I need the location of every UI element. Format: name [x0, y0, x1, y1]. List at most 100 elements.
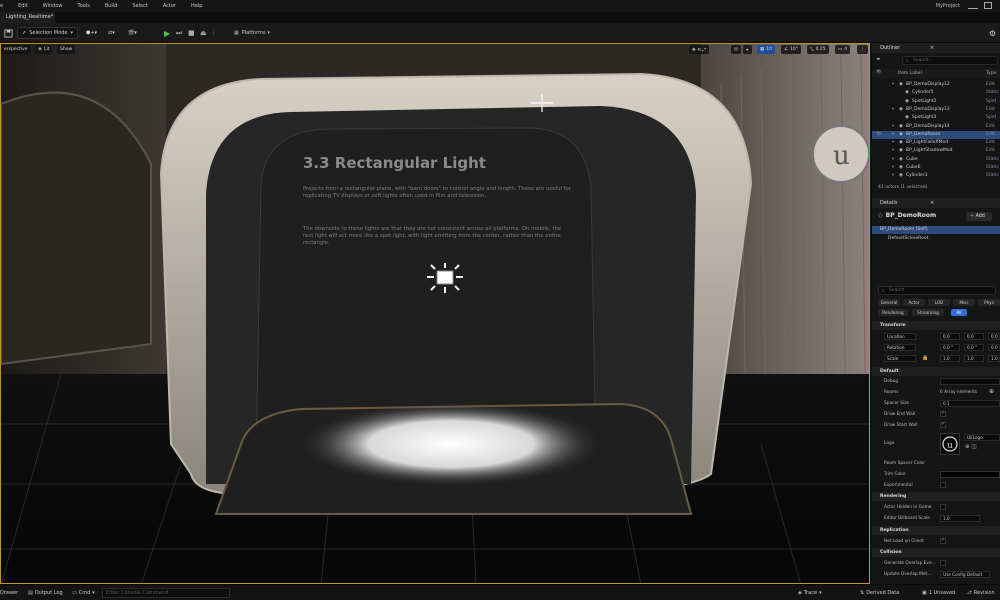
add-content-button[interactable]: ⬢+▾: [86, 27, 97, 39]
surface-snap-icon[interactable]: ◎: [731, 45, 741, 54]
output-log-button[interactable]: ▤ Output Log: [28, 588, 63, 598]
menu-edit[interactable]: Edit: [18, 3, 28, 9]
section-replication[interactable]: Replication: [872, 526, 1000, 535]
level-viewport[interactable]: u 3.3 Rectangular Light Projects from a …: [0, 43, 870, 584]
draw-start-wall-checkbox[interactable]: [940, 421, 946, 428]
expand-arrow-icon[interactable]: ▾: [892, 173, 894, 178]
maximize-button[interactable]: [984, 2, 992, 9]
experimental-checkbox[interactable]: [940, 482, 946, 488]
menu-actor[interactable]: Actor: [163, 3, 176, 9]
close-icon[interactable]: ×: [930, 200, 934, 206]
lock-icon[interactable]: 🔒: [922, 355, 928, 361]
selection-mode-dropdown[interactable]: ➚ Selection Mode ▾: [17, 27, 78, 39]
expand-arrow-icon[interactable]: ▾: [892, 107, 894, 112]
update-overlap-dropdown[interactable]: Use Config Default: [940, 571, 990, 578]
logo-thumbnail[interactable]: u: [940, 433, 960, 455]
location-y[interactable]: 0.0: [964, 333, 984, 340]
draw-end-wall-checkbox[interactable]: [940, 410, 946, 417]
play-options-button[interactable]: ⋮: [211, 27, 216, 39]
trim-color-swatch[interactable]: [940, 471, 1000, 478]
outliner-row[interactable]: ▾ ◉ Cube Static: [872, 156, 1000, 164]
filter-general[interactable]: General: [878, 299, 900, 306]
component-root[interactable]: BP_DemoRoom (Self): [872, 226, 1000, 234]
minimize-button[interactable]: [968, 1, 978, 9]
scale-snap-button[interactable]: ⤡ 0.25: [807, 45, 829, 54]
derived-data-button[interactable]: ⇅ Derived Data: [860, 588, 899, 598]
scale-y[interactable]: 1.0: [964, 355, 984, 362]
debug-field[interactable]: [940, 378, 1000, 385]
outliner-row[interactable]: ▾ ◉ BP_DemoDisplay12 Edit: [872, 81, 1000, 89]
expand-arrow-icon[interactable]: ▾: [892, 157, 894, 162]
filter-icon[interactable]: ⏷: [876, 56, 881, 64]
rotation-x[interactable]: 0.0 °: [940, 344, 960, 351]
stop-button[interactable]: ■: [188, 27, 195, 39]
eject-button[interactable]: ⏏: [200, 27, 207, 39]
filter-streaming[interactable]: Streaming: [912, 309, 944, 316]
level-tab[interactable]: Lighting_Realtime*: [0, 12, 55, 23]
blueprints-button[interactable]: ⇄▾: [108, 27, 115, 39]
platforms-dropdown[interactable]: ▦ Platforms ▾: [234, 27, 270, 39]
outliner-row[interactable]: ◉ Cylinder5 Static: [872, 89, 1000, 97]
world-local-icon[interactable]: ⌖: [743, 45, 752, 54]
outliner-tab[interactable]: Outliner ×: [872, 43, 1000, 53]
scale-x[interactable]: 1.0: [940, 355, 960, 362]
outliner-row[interactable]: ▾ ◉ BP_LightFalloffMod Edit: [872, 139, 1000, 147]
play-button[interactable]: ▶: [164, 27, 170, 39]
perspective-button[interactable]: erspective: [1, 45, 31, 54]
location-dropdown[interactable]: Location: [884, 333, 916, 340]
trace-button[interactable]: ◈ Trace ▾: [798, 588, 822, 598]
cmd-dropdown[interactable]: ▭ Cmd ▾: [72, 588, 95, 598]
outliner-row[interactable]: 👁 ▾ ◉ BP_DemoRoom Edit: [872, 130, 1000, 139]
viewport-layout-icon[interactable]: ⋮: [857, 45, 868, 54]
outliner-row[interactable]: ▾ ◉ BP_DemoDisplay14 Edit: [872, 123, 1000, 131]
expand-arrow-icon[interactable]: ▾: [892, 82, 894, 87]
console-command-input[interactable]: Enter Console Command: [102, 588, 230, 598]
details-search-input[interactable]: ⌕ Search: [878, 286, 996, 295]
grid-snap-button[interactable]: ▦ 10: [757, 45, 775, 54]
lit-button[interactable]: ◉ Lit: [35, 45, 53, 54]
spacer-size-field[interactable]: 0.1: [940, 400, 1000, 407]
menu-file[interactable]: e: [0, 3, 3, 9]
logo-asset-field[interactable]: UELogo: [964, 434, 1000, 441]
visibility-icon[interactable]: 👁: [876, 132, 882, 137]
rotation-dropdown[interactable]: Rotation: [884, 344, 916, 351]
close-icon[interactable]: ×: [930, 45, 934, 51]
details-tab[interactable]: Details ×: [872, 198, 1000, 208]
scale-dropdown[interactable]: Scale: [884, 355, 916, 362]
expand-arrow-icon[interactable]: ▾: [892, 148, 894, 153]
add-element-icon[interactable]: ⊕: [989, 388, 994, 395]
section-default[interactable]: Default: [872, 367, 1000, 376]
outliner-row[interactable]: ◉ SpotLight3 Spot: [872, 114, 1000, 122]
section-transform[interactable]: Transform: [872, 321, 1000, 330]
transform-tools[interactable]: ✥ ⟲ ⤢: [689, 45, 710, 54]
save-icon[interactable]: [4, 27, 13, 39]
menu-tools[interactable]: Tools: [77, 3, 89, 9]
cinematics-button[interactable]: 🎬▾: [128, 27, 137, 39]
net-load-checkbox[interactable]: [940, 537, 946, 544]
show-button[interactable]: Show: [57, 45, 76, 54]
actor-hidden-checkbox[interactable]: [940, 504, 946, 510]
menu-help[interactable]: Help: [191, 3, 202, 9]
filter-all[interactable]: All: [951, 309, 967, 316]
menu-build[interactable]: Build: [105, 3, 118, 9]
outliner-search-input[interactable]: ⌕ Search...: [902, 56, 998, 65]
expand-arrow-icon[interactable]: ▾: [892, 140, 894, 145]
menu-window[interactable]: Window: [43, 3, 63, 9]
unsaved-button[interactable]: ▣ 1 Unsaved: [922, 588, 955, 598]
settings-icon[interactable]: ⚙: [989, 27, 996, 39]
angle-snap-button[interactable]: ∠ 10°: [781, 45, 802, 54]
billboard-scale-field[interactable]: 1.0: [940, 515, 980, 522]
play-next-button[interactable]: ⏭: [176, 27, 182, 39]
filter-rendering[interactable]: Rendering: [878, 309, 908, 316]
content-drawer-button[interactable]: Drawer: [0, 588, 18, 598]
component-default-scene-root[interactable]: DefaultSceneRoot: [888, 236, 928, 241]
location-z[interactable]: 0.0: [988, 333, 1000, 340]
camera-speed-button[interactable]: ▭ 4: [835, 45, 851, 54]
menu-select[interactable]: Select: [132, 3, 147, 9]
filter-physics[interactable]: Phys: [978, 299, 1000, 306]
rotation-z[interactable]: 0.0: [988, 344, 1000, 351]
expand-arrow-icon[interactable]: ▾: [892, 132, 894, 137]
section-collision[interactable]: Collision: [872, 548, 1000, 557]
rect-light-icon[interactable]: [425, 261, 465, 295]
outliner-row[interactable]: ▾ ◉ Cylinder3 Static: [872, 172, 1000, 180]
